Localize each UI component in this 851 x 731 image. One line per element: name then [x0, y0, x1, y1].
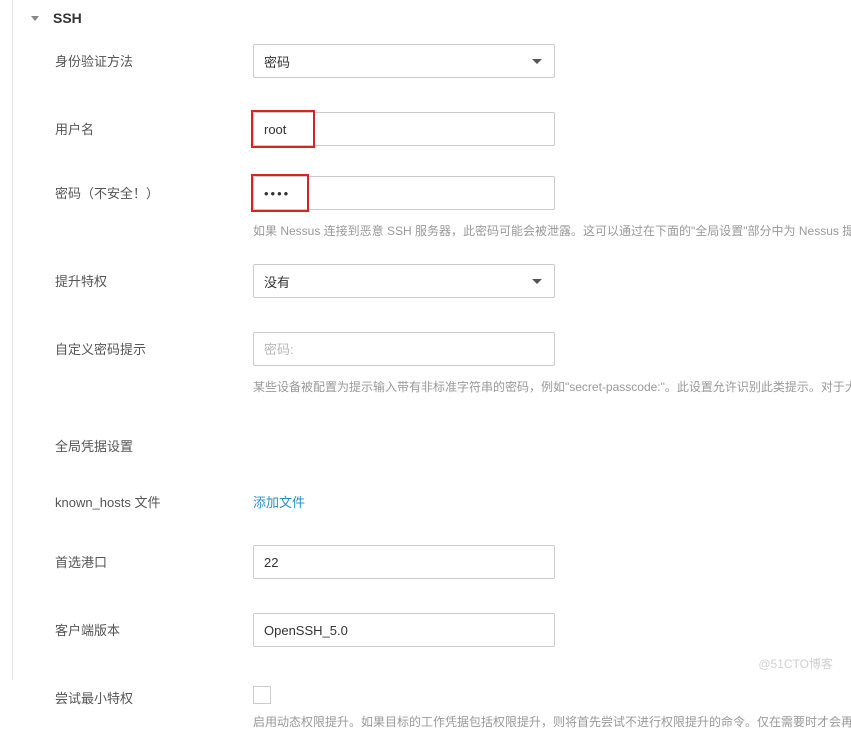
password-help-text: 如果 Nessus 连接到恶意 SSH 服务器，此密码可能会被泄露。这可以通过在… [253, 222, 851, 240]
elevate-row: 提升特权 没有 [55, 264, 851, 298]
least-priv-label: 尝试最小特权 [55, 681, 253, 707]
caret-down-icon [532, 279, 542, 284]
section-title: SSH [53, 10, 82, 26]
client-version-input[interactable] [253, 613, 555, 647]
least-priv-help-row: 启用动态权限提升。如果目标的工作凭据包括权限提升，则将首先尝试不进行权限提升的命… [55, 713, 851, 731]
username-label: 用户名 [55, 112, 253, 138]
form-body: 身份验证方法 密码 用户名 密码（不安全！） [13, 36, 851, 731]
known-hosts-row: known_hosts 文件 添加文件 [55, 485, 851, 511]
username-input[interactable] [253, 112, 555, 146]
section-header[interactable]: SSH [13, 0, 851, 36]
add-file-link[interactable]: 添加文件 [253, 495, 305, 510]
username-row: 用户名 [55, 112, 851, 146]
global-settings-heading: 全局凭据设置 [55, 436, 851, 455]
elevate-label: 提升特权 [55, 264, 253, 290]
least-priv-help-text: 启用动态权限提升。如果目标的工作凭据包括权限提升，则将首先尝试不进行权限提升的命… [253, 713, 851, 731]
client-version-label: 客户端版本 [55, 613, 253, 639]
client-version-row: 客户端版本 [55, 613, 851, 647]
watermark: @51CTO博客 [758, 655, 833, 672]
elevate-select[interactable]: 没有 [253, 264, 555, 298]
chevron-down-icon [31, 16, 39, 21]
auth-method-label: 身份验证方法 [55, 44, 253, 70]
password-input[interactable] [253, 176, 555, 210]
custom-prompt-help-row: 某些设备被配置为提示输入带有非标准字符串的密码，例如"secret-passco… [55, 378, 851, 396]
custom-prompt-row: 自定义密码提示 [55, 332, 851, 366]
least-priv-row: 尝试最小特权 [55, 681, 851, 707]
port-input[interactable] [253, 545, 555, 579]
auth-method-select[interactable]: 密码 [253, 44, 555, 78]
auth-method-row: 身份验证方法 密码 [55, 44, 851, 78]
ssh-config-panel: SSH 身份验证方法 密码 用户名 密码（不安全！） [12, 0, 851, 680]
elevate-value: 没有 [264, 272, 290, 291]
port-label: 首选港口 [55, 545, 253, 571]
port-row: 首选港口 [55, 545, 851, 579]
password-label: 密码（不安全！） [55, 176, 253, 202]
custom-prompt-label: 自定义密码提示 [55, 332, 253, 358]
auth-method-value: 密码 [264, 52, 290, 71]
password-help-row: 如果 Nessus 连接到恶意 SSH 服务器，此密码可能会被泄露。这可以通过在… [55, 222, 851, 240]
least-priv-checkbox[interactable] [253, 686, 271, 704]
custom-prompt-input[interactable] [253, 332, 555, 366]
known-hosts-label: known_hosts 文件 [55, 485, 253, 511]
caret-down-icon [532, 59, 542, 64]
password-row: 密码（不安全！） [55, 176, 851, 210]
custom-prompt-help-text: 某些设备被配置为提示输入带有非标准字符串的密码，例如"secret-passco… [253, 378, 851, 396]
